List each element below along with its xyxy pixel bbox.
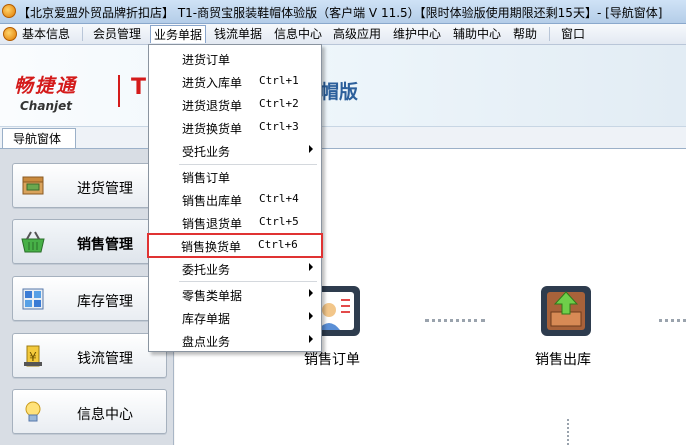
lightbulb-icon: [25, 401, 41, 422]
sidebar-item-sales[interactable]: 销售管理: [12, 219, 167, 264]
money-bag-icon: ¥: [24, 345, 42, 367]
menu-maintenance[interactable]: 维护中心: [393, 27, 441, 42]
menu-item-sales-outbound[interactable]: 销售出库单 Ctrl+4: [149, 188, 321, 211]
sales-outbound-label[interactable]: 销售出库: [535, 349, 591, 369]
menu-item-retail-documents[interactable]: 零售类单据: [149, 283, 321, 306]
submenu-arrow-icon: [309, 263, 313, 271]
menu-help[interactable]: 帮助: [513, 27, 537, 42]
menu-item-purchase-return[interactable]: 进货退货单 Ctrl+2: [149, 93, 321, 116]
menu-window[interactable]: 窗口: [561, 27, 585, 42]
menu-basic-info[interactable]: 基本信息: [22, 27, 70, 42]
menu-item-sales-order[interactable]: 销售订单: [149, 165, 321, 188]
sidebar-item-cashflow[interactable]: ¥ 钱流管理: [12, 333, 167, 378]
menu-item-purchase-exchange[interactable]: 进货换货单 Ctrl+3: [149, 116, 321, 139]
menu-bar: 基本信息 会员管理 业务单据 钱流单据 信息中心 高级应用 维护中心 辅助中心 …: [0, 24, 686, 45]
menu-item-label: 受托业务: [182, 145, 231, 159]
menu-item-label: 盘点业务: [182, 335, 231, 349]
menu-item-purchase-order[interactable]: 进货订单: [149, 47, 321, 70]
window-title: 【北京爱盟外贸品牌折扣店】 T1-商贸宝服装鞋帽体验版（客户端 V 11.5）【…: [18, 6, 663, 20]
menu-item-label: 进货入库单: [182, 76, 243, 90]
menu-advanced[interactable]: 高级应用: [333, 27, 381, 42]
sidebar-item-purchase[interactable]: 进货管理: [12, 163, 167, 208]
menu-app-icon[interactable]: [3, 27, 17, 41]
sidebar-item-info-center[interactable]: 信息中心: [12, 389, 167, 434]
tab-strip: 导航窗体: [0, 127, 686, 149]
menu-item-stocktake[interactable]: 盘点业务: [149, 329, 321, 352]
inventory-grid-icon: [22, 288, 44, 310]
title-bar: 【北京爱盟外贸品牌折扣店】 T1-商贸宝服装鞋帽体验版（客户端 V 11.5）【…: [0, 0, 686, 24]
submenu-arrow-icon: [309, 312, 313, 320]
menu-item-label: 委托业务: [182, 263, 231, 277]
menu-item-consignment-in[interactable]: 受托业务: [149, 139, 321, 162]
logo-chinese: 畅捷通: [14, 75, 78, 97]
sidebar-item-label: 进货管理: [77, 181, 133, 197]
menu-separator: [179, 281, 317, 282]
flow-connector-vertical: [567, 419, 569, 445]
menu-item-label: 销售退货单: [182, 217, 243, 231]
menu-item-sales-return[interactable]: 销售退货单 Ctrl+5: [149, 211, 321, 234]
brand-banner: 畅捷通 Chanjet T 帽版: [0, 45, 686, 127]
sales-outbound-icon[interactable]: [539, 284, 593, 338]
flow-connector: [659, 319, 686, 322]
menu-item-shortcut: Ctrl+4: [259, 192, 299, 205]
sidebar-item-label: 信息中心: [77, 407, 133, 423]
submenu-arrow-icon: [309, 335, 313, 343]
menu-member-management[interactable]: 会员管理: [93, 27, 141, 42]
sidebar-item-label: 钱流管理: [77, 351, 133, 367]
menu-item-label: 进货换货单: [182, 122, 243, 136]
logo-product: T: [131, 75, 147, 100]
business-documents-menu: 进货订单 进货入库单 Ctrl+1 进货退货单 Ctrl+2 进货换货单 Ctr…: [147, 44, 323, 352]
sidebar-item-label: 销售管理: [77, 237, 133, 253]
submenu-arrow-icon: [309, 289, 313, 297]
sales-order-label[interactable]: 销售订单: [304, 349, 360, 369]
menu-item-label: 销售订单: [182, 171, 231, 185]
shopping-basket-icon: [21, 231, 45, 253]
sidebar-item-label: 库存管理: [77, 294, 133, 310]
menu-item-shortcut: Ctrl+3: [259, 120, 299, 133]
menu-item-shortcut: Ctrl+2: [259, 97, 299, 110]
menu-item-label: 销售出库单: [182, 194, 243, 208]
tab-navigation-window[interactable]: 导航窗体: [2, 128, 77, 148]
app-icon: [2, 4, 16, 18]
menu-item-label: 进货订单: [182, 53, 231, 67]
purchase-box-icon: [22, 176, 44, 195]
menu-item-shortcut: Ctrl+5: [259, 215, 299, 228]
svg-text:¥: ¥: [29, 350, 37, 364]
submenu-arrow-icon: [309, 145, 313, 153]
menu-item-label: 销售换货单: [181, 240, 242, 254]
menu-item-purchase-inbound[interactable]: 进货入库单 Ctrl+1: [149, 70, 321, 93]
edition-name: 帽版: [320, 81, 359, 103]
menu-cashflow-documents[interactable]: 钱流单据: [214, 27, 262, 42]
menu-item-sales-exchange[interactable]: 销售换货单 Ctrl+6: [147, 233, 323, 258]
menu-item-inventory-documents[interactable]: 库存单据: [149, 306, 321, 329]
menu-item-shortcut: Ctrl+6: [258, 238, 298, 251]
menu-item-label: 进货退货单: [182, 99, 243, 113]
menu-item-consignment-out[interactable]: 委托业务: [149, 257, 321, 280]
sidebar-item-inventory[interactable]: 库存管理: [12, 276, 167, 321]
flow-connector: [425, 319, 485, 322]
menu-item-label: 库存单据: [182, 312, 231, 326]
menu-info-center[interactable]: 信息中心: [274, 27, 322, 42]
logo-english: Chanjet: [20, 99, 72, 113]
menu-item-shortcut: Ctrl+1: [259, 74, 299, 87]
menu-separator: [82, 27, 83, 41]
menu-separator: [549, 27, 550, 41]
menu-business-documents[interactable]: 业务单据: [150, 25, 207, 43]
menu-item-label: 零售类单据: [182, 289, 243, 303]
logo-divider: [118, 75, 120, 107]
menu-assist[interactable]: 辅助中心: [453, 27, 501, 42]
